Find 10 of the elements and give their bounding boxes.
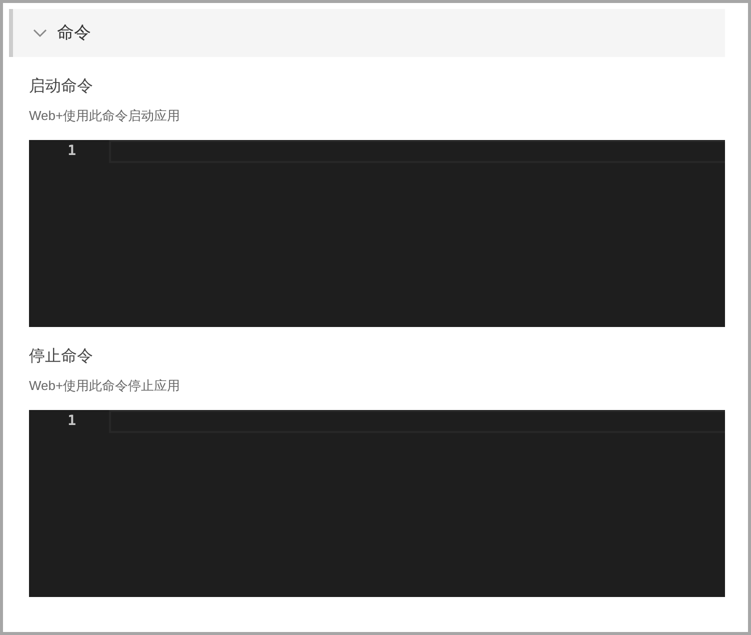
- field-description: Web+使用此命令启动应用: [29, 107, 182, 125]
- field-description: Web+使用此命令停止应用: [29, 377, 182, 395]
- panel-title: 命令: [57, 22, 91, 44]
- panel-header[interactable]: 命令: [9, 9, 725, 57]
- field-label: 启动命令: [29, 76, 94, 97]
- line-number: 1: [66, 412, 77, 431]
- field-label: 停止命令: [29, 346, 94, 367]
- code-editor[interactable]: 1: [29, 140, 725, 327]
- code-editor[interactable]: 1: [29, 410, 725, 597]
- line-number: 1: [66, 142, 77, 161]
